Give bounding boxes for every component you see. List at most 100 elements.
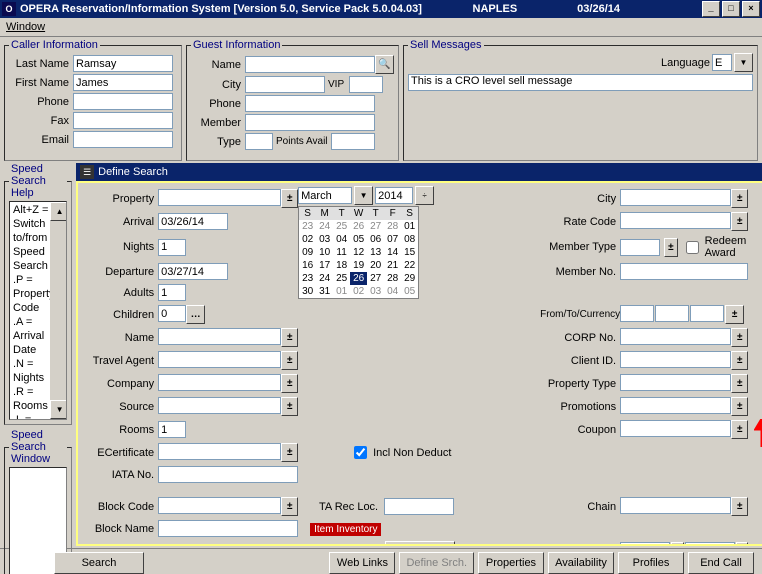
calendar-day[interactable]: 03: [367, 285, 384, 298]
clientid-input[interactable]: [620, 351, 731, 368]
ecert-input[interactable]: [158, 443, 281, 460]
definesrch-button[interactable]: Define Srch.: [399, 552, 474, 574]
coupon-input[interactable]: [620, 420, 731, 437]
caller-lastname-input[interactable]: [73, 55, 173, 72]
calendar-day[interactable]: 27: [367, 272, 384, 285]
calendar-day[interactable]: 04: [384, 285, 401, 298]
calendar-month-dropdown-icon[interactable]: ▼: [354, 186, 373, 205]
guest-type-input[interactable]: [245, 133, 273, 150]
coupon-lookup-icon[interactable]: ±: [731, 420, 748, 439]
company-lookup-icon[interactable]: ±: [281, 374, 298, 393]
caller-firstname-input[interactable]: [73, 74, 173, 91]
calendar-day[interactable]: 05: [401, 285, 418, 298]
calendar-day[interactable]: 01: [333, 285, 350, 298]
corpno-input[interactable]: [620, 328, 731, 345]
nights-input[interactable]: [158, 239, 186, 256]
from-input[interactable]: [620, 305, 654, 322]
calendar-day[interactable]: 16: [299, 259, 316, 272]
proptype-lookup-icon[interactable]: ±: [731, 374, 748, 393]
calendar-day[interactable]: 19: [350, 259, 367, 272]
currency-input[interactable]: [690, 305, 724, 322]
caller-email-input[interactable]: [73, 131, 173, 148]
blockcode-lookup-icon[interactable]: ±: [281, 497, 298, 516]
language-dropdown-icon[interactable]: ▼: [734, 53, 753, 72]
caller-fax-input[interactable]: [73, 112, 173, 129]
weblinks-button[interactable]: Web Links: [329, 552, 395, 574]
blockcode-input[interactable]: [158, 497, 281, 514]
membertype-input[interactable]: [620, 239, 660, 256]
calendar-day[interactable]: 23: [299, 272, 316, 285]
calendar-year-input[interactable]: [375, 187, 413, 204]
travelagent-input[interactable]: [158, 351, 281, 368]
city-input[interactable]: [620, 189, 731, 206]
ratecode-input[interactable]: [620, 212, 731, 229]
guest-name-lookup-icon[interactable]: 🔍: [375, 55, 394, 74]
calendar-day[interactable]: 08: [401, 233, 418, 246]
properties-button[interactable]: Properties: [478, 552, 544, 574]
calendar-day[interactable]: 06: [367, 233, 384, 246]
calendar-day[interactable]: 14: [384, 246, 401, 259]
rooms-input[interactable]: [158, 421, 186, 438]
calendar-day[interactable]: 01: [401, 220, 418, 233]
redeem-award-checkbox[interactable]: [686, 241, 699, 254]
calendar-day[interactable]: 27: [367, 220, 384, 233]
calendar-day[interactable]: 02: [299, 233, 316, 246]
calendar-day[interactable]: 26: [350, 272, 367, 285]
guest-name-input[interactable]: [245, 56, 375, 73]
clear-button[interactable]: Clear: [385, 541, 455, 546]
calendar-widget[interactable]: ▼ ÷ SMTWTFS23242526272801020304050607080…: [298, 186, 434, 299]
calendar-day[interactable]: 25: [333, 220, 350, 233]
calendar-day[interactable]: 18: [333, 259, 350, 272]
chain-lookup-icon[interactable]: ±: [731, 497, 748, 516]
source-input[interactable]: [158, 397, 281, 414]
to-input[interactable]: [655, 305, 689, 322]
calendar-day[interactable]: 03: [316, 233, 333, 246]
calendar-day[interactable]: 05: [350, 233, 367, 246]
iata-input[interactable]: [158, 466, 298, 483]
name-input[interactable]: [158, 328, 281, 345]
calendar-day[interactable]: 17: [316, 259, 333, 272]
company-input[interactable]: [158, 374, 281, 391]
scroll-down-icon[interactable]: ▼: [50, 400, 67, 419]
calendar-day[interactable]: 11: [333, 246, 350, 259]
sell-message-textarea[interactable]: This is a CRO level sell message: [408, 74, 753, 91]
scroll-up-icon[interactable]: ▲: [50, 202, 67, 221]
incl-non-deduct-checkbox[interactable]: [354, 446, 367, 459]
arrival-input[interactable]: [158, 213, 228, 230]
clientid-lookup-icon[interactable]: ±: [731, 351, 748, 370]
calendar-day[interactable]: 21: [384, 259, 401, 272]
guest-member-input[interactable]: [245, 114, 375, 131]
rmclass-input[interactable]: [620, 542, 670, 546]
calendar-day[interactable]: 28: [384, 272, 401, 285]
children-input[interactable]: [158, 305, 186, 322]
travelagent-lookup-icon[interactable]: ±: [281, 351, 298, 370]
calendar-day[interactable]: 23: [299, 220, 316, 233]
blockname-input[interactable]: [158, 520, 298, 537]
property-input[interactable]: [158, 189, 281, 206]
city-lookup-icon[interactable]: ±: [731, 189, 748, 208]
calendar-day[interactable]: 24: [316, 220, 333, 233]
calendar-day[interactable]: 04: [333, 233, 350, 246]
calendar-day[interactable]: 28: [384, 220, 401, 233]
name-lookup-icon[interactable]: ±: [281, 328, 298, 347]
calendar-day[interactable]: 12: [350, 246, 367, 259]
departure-input[interactable]: [158, 263, 228, 280]
property-lookup-icon[interactable]: ±: [281, 189, 298, 208]
rmtype-input[interactable]: [685, 542, 735, 546]
maximize-icon[interactable]: □: [722, 1, 740, 17]
calendar-year-up-icon[interactable]: ÷: [415, 186, 434, 205]
calendar-day[interactable]: 26: [350, 220, 367, 233]
membertype-lookup-icon[interactable]: ±: [664, 238, 678, 257]
calendar-day[interactable]: 07: [384, 233, 401, 246]
calendar-day[interactable]: 25: [333, 272, 350, 285]
memberno-input[interactable]: [620, 263, 748, 280]
calendar-day[interactable]: 24: [316, 272, 333, 285]
adults-input[interactable]: [158, 284, 186, 301]
chain-input[interactable]: [620, 497, 731, 514]
guest-phone-input[interactable]: [245, 95, 375, 112]
corpno-lookup-icon[interactable]: ±: [731, 328, 748, 347]
proptype-input[interactable]: [620, 374, 731, 391]
availability-button[interactable]: Availability: [548, 552, 614, 574]
promotions-input[interactable]: [620, 397, 731, 414]
calendar-day[interactable]: 15: [401, 246, 418, 259]
